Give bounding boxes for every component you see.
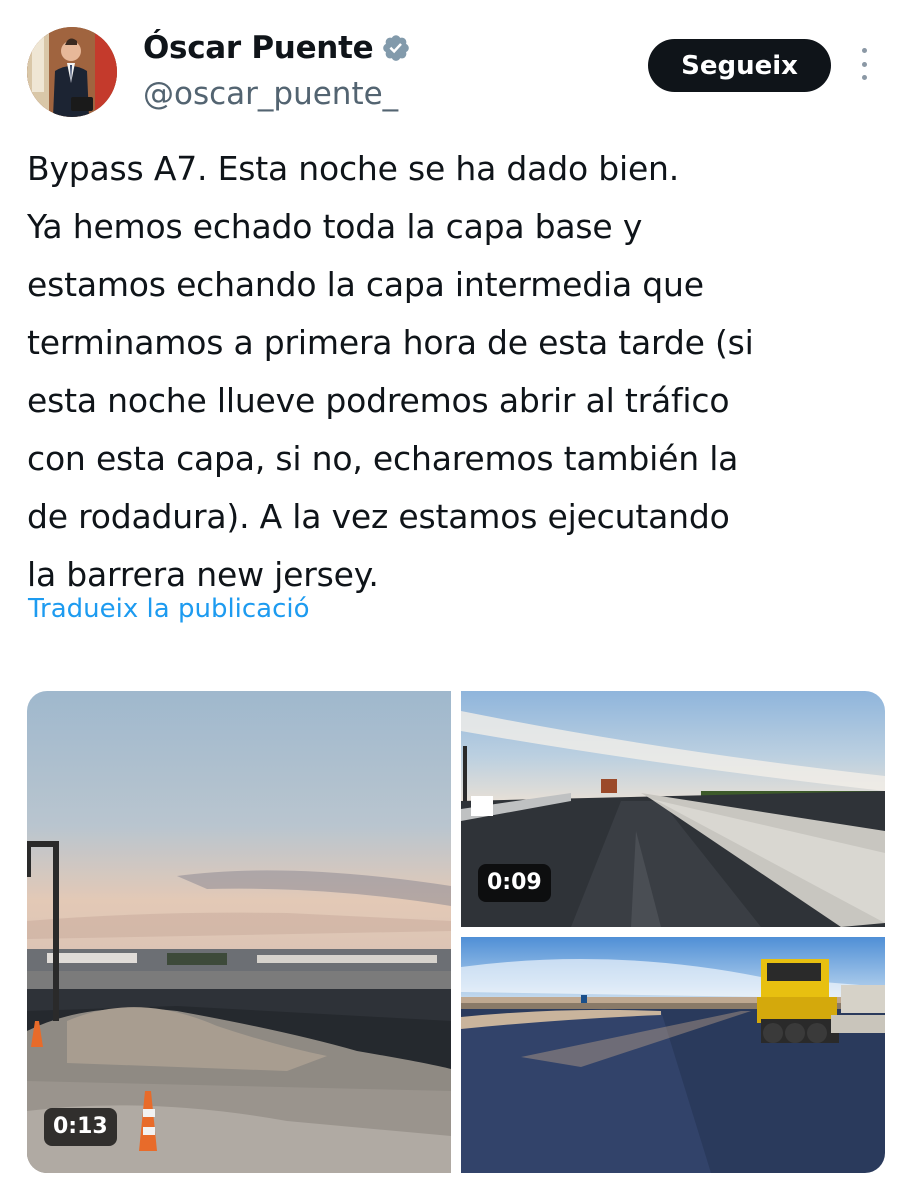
- follow-button[interactable]: Segueix: [648, 39, 831, 92]
- display-name[interactable]: Óscar Puente: [143, 30, 374, 66]
- translate-link[interactable]: Tradueix la publicació: [28, 594, 310, 624]
- more-vertical-icon[interactable]: [854, 44, 874, 84]
- avatar-photo: [27, 27, 117, 117]
- video-duration-badge: 0:13: [44, 1108, 117, 1146]
- video-thumbnail-2[interactable]: 0:09: [461, 691, 885, 927]
- avatar[interactable]: [27, 27, 117, 117]
- tweet-text: Bypass A7. Esta noche se ha dado bien. Y…: [27, 149, 754, 594]
- image-thumbnail-3[interactable]: [461, 937, 885, 1173]
- video-1-image: [27, 691, 451, 1173]
- photo-3-image: [461, 937, 885, 1173]
- video-duration-badge: 0:09: [478, 864, 551, 902]
- tweet-header: Óscar Puente @oscar_puente_ Segueix: [0, 0, 911, 130]
- verified-badge-icon: [381, 33, 411, 63]
- video-thumbnail-1[interactable]: 0:13: [27, 691, 451, 1173]
- handle[interactable]: @oscar_puente_: [143, 76, 398, 112]
- media-grid: 0:13 0:09: [27, 691, 885, 1173]
- name-row: Óscar Puente: [143, 30, 411, 66]
